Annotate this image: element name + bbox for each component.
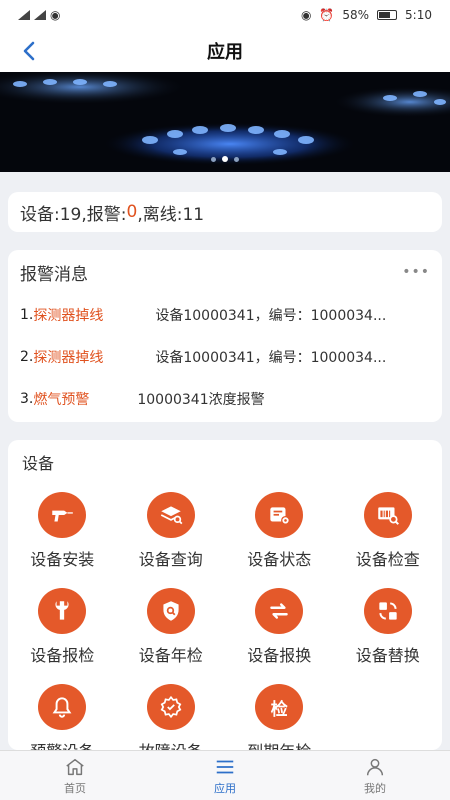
device-label: 设备查询 xyxy=(138,550,203,569)
tab-apps[interactable]: 应用 xyxy=(150,751,300,800)
status-bar: ◉ ◉ ⏰ 58% 5:10 xyxy=(0,0,450,30)
device-report-swap-button[interactable]: 设备报换 xyxy=(225,588,334,666)
status-left: ◉ xyxy=(18,8,60,22)
tab-home[interactable]: 首页 xyxy=(0,751,150,800)
alarm-index: 1. xyxy=(20,307,34,323)
alarm-detail: 设备10000341，编号：1000034... xyxy=(155,350,387,366)
menu-icon xyxy=(216,760,234,773)
layers-search-icon xyxy=(146,492,195,538)
status-right: ◉ ⏰ 58% 5:10 xyxy=(301,8,432,22)
battery-percent: 58% xyxy=(342,8,370,22)
back-button[interactable] xyxy=(14,36,44,66)
home-icon xyxy=(66,758,84,775)
shield-search-icon xyxy=(146,588,195,634)
alarm-detail: 设备10000341，编号：1000034... xyxy=(155,308,387,324)
alarm-detail: 10000341浓度报警 xyxy=(137,392,265,408)
alarm-clock-icon: ⏰ xyxy=(319,8,335,22)
banner-carousel[interactable] xyxy=(0,72,450,172)
alarm-index: 3. xyxy=(20,391,34,407)
tab-mine[interactable]: 我的 xyxy=(300,751,450,800)
devices-card: 设备 设备安装 设备查询 设备状态 设备检查 设备报检 设备年检 设备报换 设备… xyxy=(8,440,442,750)
more-button[interactable]: ••• xyxy=(402,264,430,280)
tab-label: 我的 xyxy=(364,781,386,795)
bottom-tab-bar: 首页 应用 我的 xyxy=(0,750,450,800)
battery-icon xyxy=(377,10,398,20)
device-inspect-button[interactable]: 设备检查 xyxy=(334,492,443,570)
alarm-type: 探测器掉线 xyxy=(33,350,104,366)
swap-arrows-icon xyxy=(255,588,304,634)
wrench-icon xyxy=(38,588,87,634)
device-label: 故障设备 xyxy=(139,738,203,750)
carousel-dot-active[interactable] xyxy=(222,156,228,162)
signal-icon-2 xyxy=(34,10,46,20)
alarm-messages-title: 报警消息 xyxy=(20,264,88,285)
inspect-icon xyxy=(363,492,412,538)
alarm-type: 探测器掉线 xyxy=(33,308,104,324)
expired-annual-check-button[interactable]: 检 到期年检 xyxy=(225,684,334,750)
replace-icon xyxy=(363,588,412,634)
drill-icon xyxy=(38,492,87,538)
check-char-icon: 检 xyxy=(255,684,304,730)
alarm-type: 燃气预警 xyxy=(33,392,90,408)
carousel-dots xyxy=(0,156,450,162)
device-annual-check-button[interactable]: 设备年检 xyxy=(117,588,226,666)
alarm-messages-card: 报警消息 ••• 1. 探测器掉线 设备10000341，编号：1000034.… xyxy=(8,250,442,422)
user-icon xyxy=(366,758,384,775)
warning-devices-button[interactable]: 预警设备 xyxy=(8,684,117,750)
top-navbar: 应用 xyxy=(0,30,450,72)
device-label: 预警设备 xyxy=(30,738,94,750)
alarm-item[interactable]: 3. 燃气预警 10000341浓度报警 xyxy=(8,378,442,420)
stats-alarm-count: 0 xyxy=(126,202,138,222)
bell-icon xyxy=(38,684,87,730)
device-status-button[interactable]: 设备状态 xyxy=(225,492,334,570)
device-label: 设备报换 xyxy=(247,646,312,665)
tab-label: 应用 xyxy=(214,781,236,795)
page-title: 应用 xyxy=(207,42,243,63)
carousel-dot[interactable] xyxy=(211,156,216,162)
device-replace-button[interactable]: 设备替换 xyxy=(334,588,443,666)
device-report-check-button[interactable]: 设备报检 xyxy=(8,588,117,666)
stats-offline-text: ,离线:11 xyxy=(137,204,205,225)
carousel-dot[interactable] xyxy=(234,156,239,162)
device-label: 设备替换 xyxy=(355,646,420,665)
clock-time: 5:10 xyxy=(405,8,432,22)
device-install-button[interactable]: 设备安装 xyxy=(8,492,117,570)
device-label: 设备报检 xyxy=(30,646,95,665)
chevron-left-icon xyxy=(23,41,35,61)
device-label: 设备状态 xyxy=(247,550,312,569)
eye-icon: ◉ xyxy=(300,8,312,22)
device-query-button[interactable]: 设备查询 xyxy=(117,492,226,570)
alarm-index: 2. xyxy=(20,349,34,365)
alarm-item[interactable]: 2. 探测器掉线 设备10000341，编号：1000034... xyxy=(8,336,442,378)
devices-section-title: 设备 xyxy=(22,454,55,473)
check-char-glyph: 检 xyxy=(270,699,288,720)
device-status-icon xyxy=(255,492,304,538)
alarm-messages-header: 报警消息 ••• xyxy=(8,250,442,294)
fault-gear-icon xyxy=(146,684,195,730)
tab-label: 首页 xyxy=(64,781,86,795)
fault-devices-button[interactable]: 故障设备 xyxy=(117,684,226,750)
device-label: 到期年检 xyxy=(247,738,311,750)
signal-icon xyxy=(18,10,30,20)
alarm-item[interactable]: 1. 探测器掉线 设备10000341，编号：1000034... xyxy=(8,294,442,336)
device-stats-card: 设备:19,报警: 0 ,离线:11 xyxy=(8,192,442,232)
device-label: 设备检查 xyxy=(355,550,420,569)
wifi-icon: ◉ xyxy=(50,8,61,22)
device-label: 设备安装 xyxy=(30,550,95,569)
stats-devices-text: 设备:19,报警: xyxy=(20,204,127,225)
devices-grid: 设备安装 设备查询 设备状态 设备检查 设备报检 设备年检 设备报换 设备替换 … xyxy=(8,492,442,750)
device-label: 设备年检 xyxy=(138,646,203,665)
